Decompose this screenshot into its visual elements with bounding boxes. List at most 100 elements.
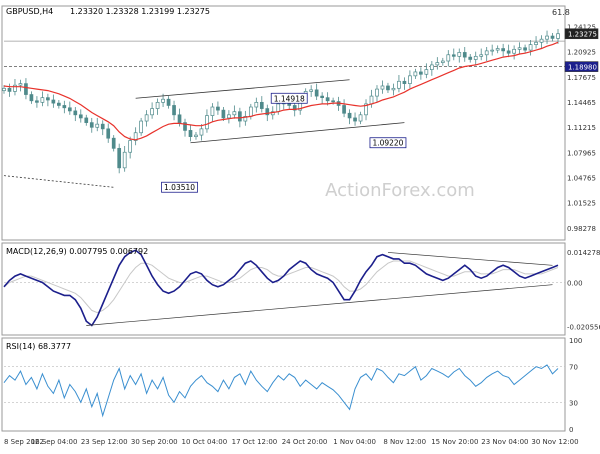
- candle: [139, 117, 143, 136]
- macd-title: MACD(12,26,9) 0.007795 0.006792: [6, 247, 148, 256]
- svg-text:1.03510: 1.03510: [164, 183, 195, 192]
- macd-line: [3, 249, 559, 327]
- x-axis-tick: 23 Sep 12:00: [81, 438, 128, 446]
- rsi-line: [3, 364, 559, 418]
- candle: [534, 36, 538, 49]
- x-axis-tick: 23 Nov 04:00: [481, 438, 528, 446]
- candle: [62, 100, 67, 114]
- candle: [369, 89, 374, 108]
- candle: [523, 44, 527, 54]
- candle: [501, 43, 505, 57]
- candle: [380, 80, 385, 94]
- candle: [446, 50, 451, 67]
- price-axis-tick: 0.98278: [567, 225, 596, 233]
- candle: [484, 46, 489, 62]
- candle: [342, 99, 346, 118]
- candle: [243, 110, 248, 126]
- svg-text:1.18980: 1.18980: [568, 64, 597, 72]
- last-price-badge: 1.23275: [564, 28, 599, 40]
- candle: [397, 75, 401, 93]
- candle: [89, 117, 94, 133]
- svg-text:1.09220: 1.09220: [372, 139, 403, 148]
- candle: [550, 32, 555, 42]
- candle: [512, 45, 516, 60]
- candle: [46, 93, 50, 107]
- forex-chart: ActionForex.com GBPUSD,H4 1.23320 1.2332…: [1, 5, 600, 446]
- watermark: ActionForex.com: [325, 180, 475, 201]
- candle: [7, 83, 12, 97]
- pivot-label: 1.14918: [270, 92, 308, 104]
- candle: [155, 98, 160, 115]
- candle: [95, 117, 100, 132]
- candle: [172, 100, 176, 121]
- fib-label: 61.8: [552, 8, 570, 17]
- rsi-axis-tick: 70: [569, 364, 578, 372]
- symbol-label: GBPUSD,H4: [6, 7, 53, 16]
- pivot-label: 1.03510: [161, 181, 198, 193]
- candle: [309, 85, 314, 97]
- chart-window: ActionForex.com GBPUSD,H4 1.23320 1.2332…: [0, 0, 600, 450]
- rsi-panel-frame: [1, 337, 566, 432]
- candle: [259, 96, 264, 113]
- candle: [232, 105, 237, 119]
- candle: [117, 143, 122, 174]
- candle: [133, 127, 138, 146]
- price-axis-tick: 1.04765: [567, 174, 596, 182]
- candle: [556, 29, 560, 44]
- candle: [462, 46, 467, 62]
- candle: [479, 48, 484, 61]
- rsi-title: RSI(14) 68.3777: [6, 342, 71, 351]
- candle: [51, 94, 56, 108]
- svg-text:1.23275: 1.23275: [568, 31, 597, 39]
- candle: [545, 30, 549, 44]
- candle: [391, 83, 396, 96]
- candle: [144, 110, 149, 127]
- candle: [419, 67, 423, 80]
- candle: [35, 96, 39, 108]
- candle: [320, 92, 324, 104]
- price-axis-tick: 1.20925: [567, 48, 596, 56]
- macd-axis-tick: 0.00: [567, 280, 583, 288]
- candle: [314, 83, 319, 100]
- rsi-axis-tick: 0: [569, 426, 573, 434]
- candle: [506, 44, 511, 58]
- candle: [210, 103, 215, 122]
- x-axis-tick: 1 Nov 04:00: [333, 438, 376, 446]
- candle: [78, 109, 83, 123]
- candle: [517, 42, 522, 54]
- candle: [402, 77, 407, 90]
- candle: [358, 111, 363, 125]
- candle: [375, 85, 379, 103]
- x-axis-tick: 8 Nov 12:00: [383, 438, 426, 446]
- candle: [111, 135, 116, 152]
- candle: [122, 146, 127, 172]
- price-axis-tick: 1.11215: [567, 124, 596, 132]
- candle: [435, 57, 440, 70]
- x-axis-tick: 17 Oct 12:00: [232, 438, 278, 446]
- candle: [408, 70, 412, 89]
- x-axis-tick: 24 Oct 20:00: [282, 438, 328, 446]
- candle: [40, 91, 45, 107]
- candle: [254, 97, 259, 113]
- candle: [440, 57, 445, 66]
- candle: [188, 124, 193, 142]
- support-trendline: [3, 175, 114, 188]
- candle: [24, 78, 28, 100]
- candle: [18, 79, 23, 92]
- macd-axis-tick: -0.020556: [567, 324, 600, 332]
- candle: [468, 54, 473, 63]
- level-badge: 1.18980: [564, 61, 599, 72]
- candle: [424, 63, 429, 79]
- macd-trendline-lower: [86, 284, 553, 326]
- macd-axis-tick: 0.014278: [567, 249, 600, 257]
- candle: [473, 51, 478, 65]
- price-axis-tick: 1.17675: [567, 74, 596, 82]
- candle: [205, 109, 209, 133]
- candle: [364, 99, 368, 121]
- macd-signal-line: [3, 260, 559, 314]
- candle: [216, 101, 220, 115]
- price-axis-tick: 1.14465: [567, 99, 596, 107]
- candle: [67, 101, 72, 115]
- candle: [29, 91, 34, 104]
- candle: [194, 131, 198, 140]
